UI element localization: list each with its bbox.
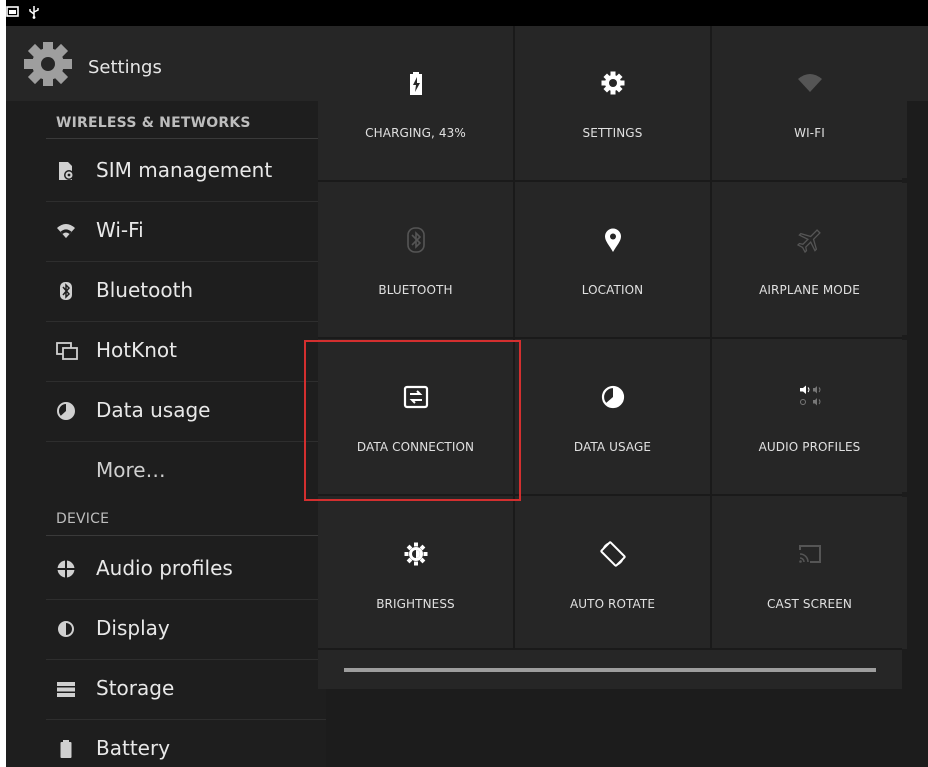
tile-label: AUDIO PROFILES [758,440,861,454]
audio-profiles-icon [797,384,823,410]
tile-wifi[interactable]: WI-FI [712,26,907,178]
battery-charging-icon [403,70,429,96]
cast-screen-icon [797,541,823,567]
settings-item-wifi[interactable]: Wi-Fi [46,202,326,260]
sim-management-icon [56,161,76,181]
tile-bluetooth[interactable]: BLUETOOTH [318,183,513,335]
tile-brightness[interactable]: BRIGHTNESS [318,497,513,649]
quick-settings-drag-handle[interactable] [344,668,876,672]
tile-cast-screen[interactable]: CAST SCREEN [712,497,907,649]
tile-grid-divider [318,180,902,182]
data-usage-icon [600,384,626,410]
auto-rotate-icon [599,541,626,567]
tile-charging[interactable]: CHARGING, 43% [318,26,513,178]
bluetooth-icon [403,227,429,253]
settings-item-label: More… [96,458,166,482]
settings-list: Settings WIRELESS & NETWORKS SIM managem… [6,26,928,767]
settings-item-audio-profiles[interactable]: Audio profiles [46,540,326,598]
tile-label: AUTO ROTATE [569,597,656,611]
android-screen: Settings WIRELESS & NETWORKS SIM managem… [6,0,928,767]
data-usage-icon [56,401,76,421]
category-header-device: DEVICE [56,511,110,527]
settings-item-storage[interactable]: Storage [46,660,326,718]
settings-item-sim-management[interactable]: SIM management [46,142,326,200]
tile-label: BRIGHTNESS [376,597,455,611]
display-icon [56,619,76,639]
storage-icon [56,679,76,699]
tile-label: LOCATION [581,283,644,297]
brightness-icon [403,541,429,567]
tile-location[interactable]: LOCATION [515,183,710,335]
settings-item-label: SIM management [96,158,273,182]
settings-item-label: Storage [96,676,175,700]
tile-label: SETTINGS [582,126,643,140]
category-divider [46,535,326,536]
tile-grid-divider [318,648,902,650]
screenshot-notification-icon [6,5,20,19]
tile-auto-rotate[interactable]: AUTO ROTATE [515,497,710,649]
tile-settings[interactable]: SETTINGS [515,26,710,178]
battery-icon [56,739,76,759]
gear-icon [600,70,626,96]
settings-item-display[interactable]: Display [46,600,326,658]
settings-item-hotknot[interactable]: HotKnot [46,322,326,380]
bluetooth-icon [56,281,76,301]
tile-label: AIRPLANE MODE [759,283,860,297]
settings-item-label: Display [96,616,170,640]
settings-item-battery[interactable]: Battery [46,720,326,767]
category-header-wireless: WIRELESS & NETWORKS [56,115,251,131]
page-title: Settings [88,57,162,78]
tile-airplane-mode[interactable]: AIRPLANE MODE [712,183,907,335]
settings-item-label: HotKnot [96,338,177,362]
settings-item-label: Wi-Fi [96,218,144,242]
settings-item-label: Audio profiles [96,556,233,580]
category-divider [46,138,326,139]
settings-item-label: Battery [96,736,171,760]
hotknot-icon [56,341,78,361]
settings-item-data-usage[interactable]: Data usage [46,382,326,440]
selection-highlight-box [304,340,521,501]
tile-label: BLUETOOTH [378,283,453,297]
settings-item-bluetooth[interactable]: Bluetooth [46,262,326,320]
location-pin-icon [600,227,626,253]
tile-label: CHARGING, 43% [365,126,466,140]
tile-grid-divider [318,337,902,339]
tile-label: CAST SCREEN [767,597,852,611]
tile-label: DATA USAGE [573,440,652,454]
wifi-icon [56,221,76,241]
audio-profiles-icon [56,559,76,579]
status-bar [6,0,928,26]
wifi-icon [797,70,823,96]
settings-item-more[interactable]: More… [46,442,326,500]
tile-label: WI-FI [794,126,825,140]
settings-item-label: Data usage [96,398,211,422]
settings-item-label: Bluetooth [96,278,194,302]
usb-icon [28,5,40,19]
airplane-icon [796,227,823,253]
tile-audio-profiles[interactable]: AUDIO PROFILES [712,340,907,492]
tile-data-usage[interactable]: DATA USAGE [515,340,710,492]
settings-gear-icon[interactable] [22,40,74,92]
